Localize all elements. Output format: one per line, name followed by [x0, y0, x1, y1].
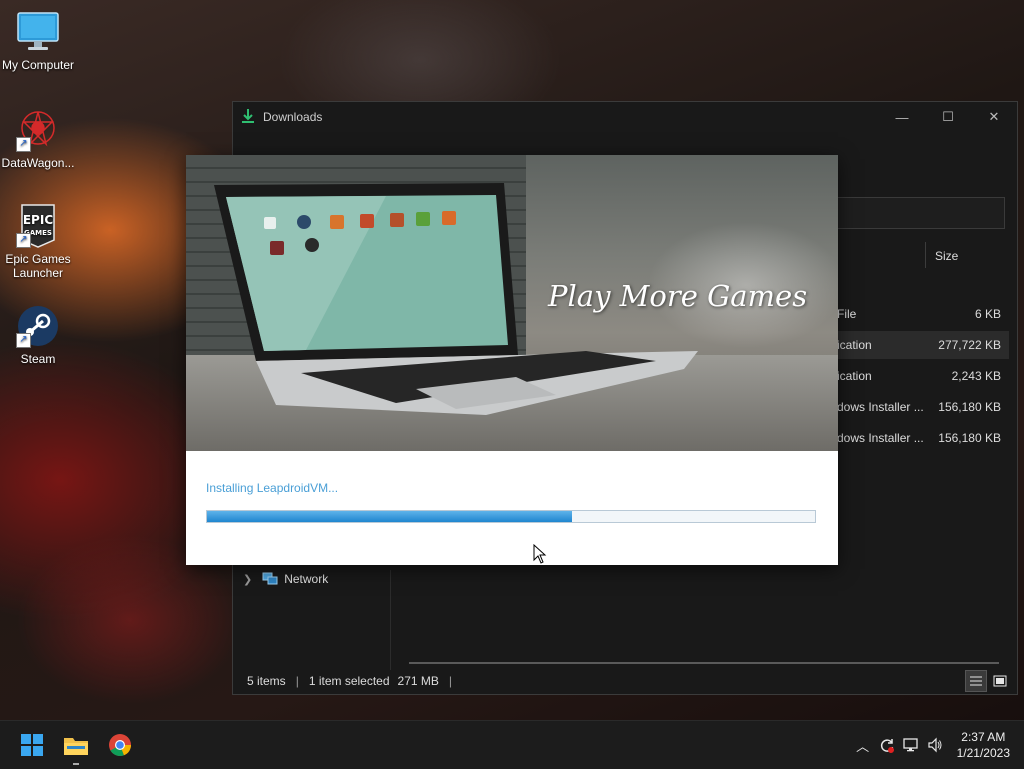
datawagon-logo-icon: ↗ — [16, 108, 60, 152]
file-size: 156,180 KB — [938, 431, 1001, 445]
column-header: Size — [829, 240, 1009, 270]
svg-text:EPIC: EPIC — [23, 213, 53, 227]
windows-start-icon — [21, 734, 43, 756]
desktop-icon-label: Steam — [20, 352, 56, 366]
network-icon — [262, 572, 278, 586]
steam-icon: ↗ — [16, 304, 60, 348]
file-row[interactable]: ication 2,243 KB — [833, 362, 1009, 390]
taskbar: ︿ 2:37 AM 1/21/2023 — [0, 720, 1024, 769]
status-bar: 5 items | 1 item selected 271 MB | — [233, 668, 1017, 694]
sync-icon[interactable] — [875, 733, 899, 757]
shortcut-arrow-icon: ↗ — [16, 137, 31, 152]
desktop-icon-epic-games[interactable]: EPIC GAMES ↗ Epic Games Launcher — [0, 204, 76, 280]
clock-time: 2:37 AM — [961, 730, 1006, 744]
status-separator: | — [295, 674, 299, 688]
file-row[interactable]: dows Installer ... 156,180 KB — [833, 424, 1009, 452]
file-size: 156,180 KB — [938, 400, 1001, 414]
details-view-icon — [970, 676, 982, 686]
tiles-view-icon — [993, 675, 1007, 687]
start-button[interactable] — [16, 729, 48, 761]
file-row[interactable]: ication 277,722 KB — [833, 331, 1009, 359]
mouse-cursor-icon — [533, 544, 547, 564]
chevron-up-icon[interactable]: ︿ — [851, 733, 875, 757]
desktop-icon-label: My Computer — [1, 58, 75, 72]
download-icon — [241, 108, 255, 127]
file-row[interactable]: dows Installer ... 156,180 KB — [833, 393, 1009, 421]
item-count: 5 items — [247, 674, 286, 688]
file-type: ication — [837, 369, 872, 383]
clock-date: 1/21/2023 — [956, 746, 1010, 760]
desktop-icon-label: DataWagon... — [1, 156, 75, 170]
chevron-right-icon[interactable]: ❯ — [243, 573, 252, 586]
clock[interactable]: 2:37 AM 1/21/2023 — [947, 729, 1024, 761]
system-tray: ︿ 2:37 AM 1/21/2023 — [851, 721, 1024, 769]
chrome-taskbar-button[interactable] — [104, 729, 136, 761]
chrome-icon — [109, 734, 132, 757]
maximize-button[interactable]: ☐ — [925, 102, 971, 132]
window-title: Downloads — [263, 110, 323, 124]
progress-fill — [207, 511, 572, 522]
epic-games-icon: EPIC GAMES ↗ — [16, 204, 60, 248]
install-progress-bar — [206, 510, 816, 523]
network-status-icon[interactable] — [899, 733, 923, 757]
monitor-icon — [16, 10, 60, 54]
running-indicator — [73, 763, 79, 765]
search-input[interactable] — [837, 197, 1005, 229]
shortcut-arrow-icon: ↗ — [16, 333, 31, 348]
selection-count: 1 item selected — [308, 674, 390, 688]
file-size: 2,243 KB — [951, 369, 1001, 383]
file-type: ication — [837, 338, 872, 352]
column-separator[interactable] — [925, 242, 926, 268]
nav-pane-divider[interactable] — [390, 570, 391, 670]
column-header-size[interactable]: Size — [935, 249, 958, 263]
file-explorer-icon — [64, 738, 88, 755]
desktop-icon-datawagon[interactable]: ↗ DataWagon... — [0, 108, 76, 170]
nav-item-network[interactable]: ❯ Network — [243, 568, 328, 590]
minimize-button[interactable]: — — [879, 102, 925, 132]
tiles-view-button[interactable] — [989, 670, 1011, 692]
file-row[interactable]: File 6 KB — [833, 300, 1009, 328]
file-type: dows Installer ... — [837, 400, 924, 414]
desktop-icon-my-computer[interactable]: My Computer — [0, 10, 76, 72]
shortcut-arrow-icon: ↗ — [16, 233, 31, 248]
file-size: 277,722 KB — [938, 338, 1001, 352]
details-view-button[interactable] — [965, 670, 987, 692]
desktop-icon-label: Epic Games Launcher — [5, 252, 71, 280]
volume-icon[interactable] — [923, 733, 947, 757]
status-separator: | — [448, 674, 453, 688]
horizontal-scrollbar[interactable] — [409, 662, 999, 664]
nav-item-label: Network — [284, 572, 329, 586]
install-status-text: Installing LeapdroidVM... — [206, 481, 339, 495]
file-type: dows Installer ... — [837, 431, 924, 445]
file-type: File — [837, 307, 857, 321]
close-button[interactable]: ✕ — [971, 102, 1017, 132]
selection-size: 271 MB — [397, 674, 439, 688]
installer-dialog: Play More Games Installing LeapdroidVM..… — [186, 155, 838, 565]
file-size: 6 KB — [974, 307, 1001, 321]
installer-banner: Play More Games — [186, 155, 838, 451]
banner-title: Play More Games — [548, 279, 808, 313]
desktop-icon-steam[interactable]: ↗ Steam — [0, 304, 76, 366]
file-explorer-taskbar-button[interactable] — [60, 729, 92, 765]
